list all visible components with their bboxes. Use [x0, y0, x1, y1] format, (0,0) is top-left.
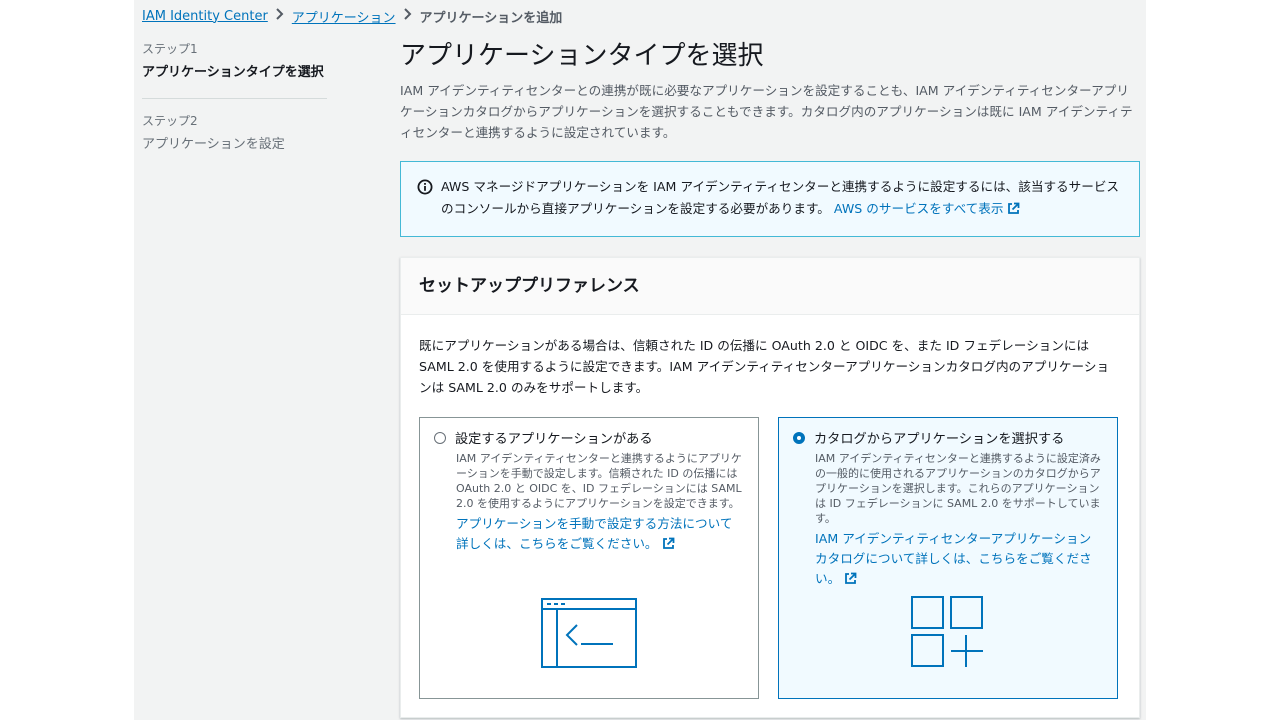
view-all-services-link[interactable]: AWS のサービスをすべて表示 [834, 201, 1021, 216]
chevron-right-icon [399, 8, 417, 24]
setup-preference-panel: セットアッププリファレンス 既にアプリケーションがある場合は、信頼された ID … [400, 257, 1140, 718]
step-number: ステップ1 [142, 42, 198, 56]
option-head: 設定するアプリケーションがある [434, 428, 744, 447]
main-content: アプリケーションタイプを選択 IAM アイデンティティセンターとの連携が既に必要… [400, 36, 1140, 718]
radio-button-selected[interactable] [793, 431, 805, 444]
page-stage: IAM Identity Center アプリケーション アプリケーションを追加… [134, 0, 1146, 720]
app-grid-icon [779, 596, 1117, 668]
breadcrumb-applications[interactable]: アプリケーション [292, 7, 396, 26]
option-have-application[interactable]: 設定するアプリケーションがある IAM アイデンティティセンターと連携するように… [419, 417, 759, 699]
chevron-right-icon [271, 8, 289, 24]
radio-button[interactable] [434, 431, 446, 444]
option-description: IAM アイデンティティセンターと連携するようにアプリケーションを手動で設定しま… [456, 452, 742, 510]
page-description: IAM アイデンティティセンターとの連携が既に必要なアプリケーションを設定するこ… [400, 83, 1133, 140]
panel-title: セットアッププリファレンス [401, 258, 1139, 315]
step-2[interactable]: ステップ2 アプリケーションを設定 [142, 112, 327, 152]
step-label: アプリケーションを設定 [142, 137, 285, 152]
option-head: カタログからアプリケーションを選択する [793, 428, 1103, 447]
option-tiles: 設定するアプリケーションがある IAM アイデンティティセンターと連携するように… [419, 417, 1121, 699]
info-content: AWS マネージドアプリケーションを IAM アイデンティティセンターと連携する… [441, 176, 1123, 222]
external-link-icon [662, 536, 675, 556]
option-learn-more-link[interactable]: IAM アイデンティティセンターアプリケーションカタログについて詳しくは、こちら… [815, 529, 1103, 591]
panel-body: 既にアプリケーションがある場合は、信頼された ID の伝播に OAuth 2.0… [401, 315, 1139, 717]
option-learn-more-link[interactable]: アプリケーションを手動で設定する方法について詳しくは、こちらをご覧ください。 [456, 514, 744, 556]
external-link-icon [844, 571, 857, 591]
step-divider [142, 98, 327, 99]
wizard-steps: ステップ1 アプリケーションタイプを選択 ステップ2 アプリケーションを設定 [142, 40, 327, 152]
step-number: ステップ2 [142, 114, 198, 128]
option-description: IAM アイデンティティセンターと連携するように設定済みの一般的に使用されるアプ… [815, 452, 1101, 525]
step-1: ステップ1 アプリケーションタイプを選択 [142, 40, 327, 80]
page-title: アプリケーションタイプを選択 [400, 41, 764, 71]
info-alert: AWS マネージドアプリケーションを IAM アイデンティティセンターと連携する… [400, 161, 1140, 237]
breadcrumb-iam-identity-center[interactable]: IAM Identity Center [142, 9, 268, 24]
option-select-from-catalog[interactable]: カタログからアプリケーションを選択する IAM アイデンティティセンターと連携す… [778, 417, 1118, 699]
breadcrumb: IAM Identity Center アプリケーション アプリケーションを追加 [142, 6, 562, 26]
view-all-services-link-label: AWS のサービスをすべて表示 [833, 201, 1004, 216]
option-title: 設定するアプリケーションがある [455, 432, 653, 447]
breadcrumb-current: アプリケーションを追加 [419, 10, 563, 26]
step-label: アプリケーションタイプを選択 [142, 65, 324, 80]
terminal-window-icon [420, 598, 758, 668]
option-link-label: アプリケーションを手動で設定する方法について詳しくは、こちらをご覧ください。 [456, 516, 733, 551]
option-title: カタログからアプリケーションを選択する [814, 432, 1065, 447]
external-link-icon [1007, 200, 1020, 222]
panel-description: 既にアプリケーションがある場合は、信頼された ID の伝播に OAuth 2.0… [419, 338, 1110, 395]
info-circle-icon [417, 179, 435, 202]
